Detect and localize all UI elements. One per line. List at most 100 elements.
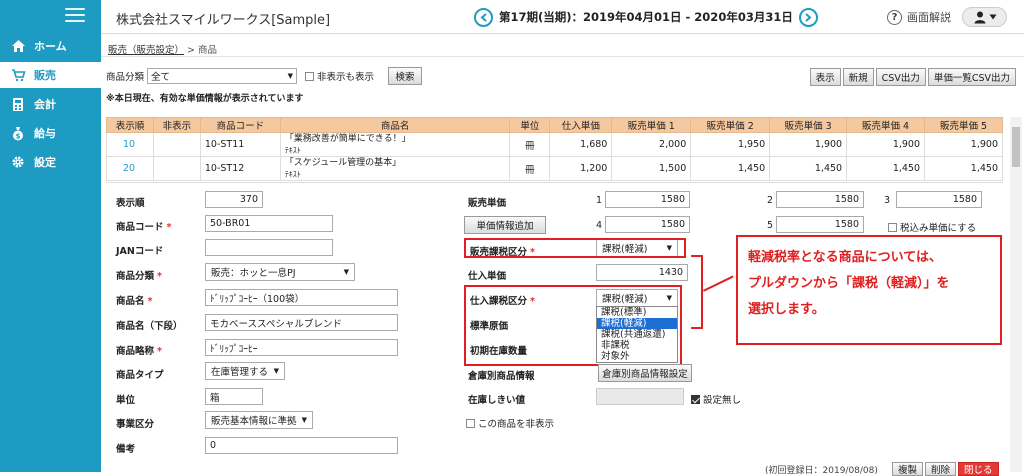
jan-code-input[interactable] (205, 239, 333, 256)
checkbox-box[interactable] (305, 71, 315, 81)
sidebar: ホーム 販売 会計 $ 給与 設定 (0, 0, 101, 472)
sales-price-4-input[interactable]: 1580 (605, 216, 690, 233)
annotation-callout: 軽減税率となる商品については、 プルダウンから「課税（軽減）」を 選択します。 (736, 235, 1002, 345)
row-name-main: 「業務改善が簡単にできる！」 (284, 133, 411, 144)
product-type-label: 商品タイプ (116, 370, 164, 381)
sales-price-2-input[interactable]: 1580 (776, 191, 864, 208)
tax-dropdown-list[interactable]: 課税(標準) 課税(軽減) 課税(共通返還) 非課税 対象外 (596, 306, 678, 363)
dropdown-option[interactable]: 非課税 (597, 340, 677, 351)
row-name: 「スケジュール管理の基本」 ﾃｷｽﾄ (279, 156, 511, 181)
add-price-button[interactable]: 単価情報追加 (464, 216, 546, 234)
price-list-csv-button[interactable]: 単価一覧CSV出力 (927, 68, 1016, 86)
col-unit[interactable]: 単位 (509, 117, 551, 133)
row-order-link[interactable]: 10 (106, 132, 154, 157)
chevron-left-icon (479, 12, 487, 22)
callout-line: 選択します。 (748, 302, 825, 317)
col-code[interactable]: 商品コード (199, 117, 281, 133)
short-name-input[interactable]: ﾄﾞﾘｯﾌﾟｺｰﾋｰ (205, 339, 398, 356)
category-filter-select[interactable]: 全て ▼ (147, 68, 298, 84)
product-name-lower-input[interactable]: モカベーススペシャルブレンド (205, 314, 398, 331)
category-value: 販売：ホッと一息PJ (211, 268, 296, 279)
row-price3: 1,900 (769, 132, 848, 157)
business-label: 事業区分 (116, 419, 155, 430)
table-scrollbar[interactable] (1010, 117, 1022, 472)
breadcrumb-parent-link[interactable]: 販売（販売設定） (108, 45, 184, 56)
sales-price-1-input[interactable]: 1580 (605, 191, 690, 208)
help-label: 画面解説 (907, 11, 951, 24)
category-filter-value: 全て (151, 72, 171, 83)
sidebar-item-home[interactable]: ホーム (0, 33, 101, 59)
col-order[interactable]: 表示順 (106, 117, 154, 133)
dropdown-option-selected[interactable]: 課税(軽減) (597, 318, 677, 329)
col-price2[interactable]: 販売単価 2 (690, 117, 771, 133)
row-cost: 1,200 (549, 156, 613, 181)
display-order-input[interactable]: 370 (205, 191, 263, 208)
question-icon: ? (887, 9, 902, 25)
stock-threshold-input[interactable] (596, 388, 684, 405)
search-button[interactable]: 検索 (388, 67, 423, 85)
required-mark: * (147, 296, 153, 307)
col-price1[interactable]: 販売単価 1 (611, 117, 692, 133)
short-name-label-text: 商品略称 (116, 346, 155, 357)
hide-product-checkbox[interactable]: この商品を非表示 (466, 416, 554, 430)
sidebar-item-sales[interactable]: 販売 (0, 62, 101, 88)
table-row[interactable]: 20 10-ST12 「スケジュール管理の基本」 ﾃｷｽﾄ 冊 1,200 1,5… (106, 156, 1003, 181)
next-period-button[interactable] (798, 7, 818, 27)
row-code: 10-ST11 (199, 132, 281, 157)
category-select[interactable]: 販売：ホッと一息PJ ▼ (205, 263, 355, 281)
tax-included-checkbox[interactable]: 税込み単価にする (888, 220, 976, 234)
col-cost[interactable]: 仕入単価 (549, 117, 613, 133)
col-price4[interactable]: 販売単価 4 (846, 117, 926, 133)
help-link[interactable]: ? 画面解説 (887, 9, 951, 25)
remarks-input[interactable]: 0 (205, 437, 398, 454)
product-code-label: 商品コード * (116, 219, 171, 233)
user-menu-button[interactable] (962, 7, 1007, 27)
table-row[interactable]: 10 10-ST11 「業務改善が簡単にできる！」 ﾃｷｽﾄ 冊 1,680 2,… (106, 132, 1003, 157)
show-hidden-checkbox[interactable]: 非表示も表示 (305, 69, 374, 83)
hamburger-menu-icon[interactable] (65, 8, 85, 22)
tax-included-label: 税込み単価にする (900, 223, 977, 234)
dropdown-option[interactable]: 課税(共通返還) (597, 329, 677, 340)
delete-button[interactable]: 削除 (925, 462, 957, 476)
close-button[interactable]: 閉じる (958, 462, 999, 476)
view-button[interactable]: 表示 (809, 68, 841, 86)
csv-export-button[interactable]: CSV出力 (875, 68, 926, 86)
row-name: 「業務改善が簡単にできる！」 ﾃｷｽﾄ (279, 132, 511, 157)
dropdown-option[interactable]: 課税(標準) (597, 307, 677, 318)
sidebar-item-label: ホーム (34, 40, 67, 53)
dropdown-option[interactable]: 対象外 (597, 351, 677, 362)
col-price3[interactable]: 販売単価 3 (769, 117, 848, 133)
duplicate-button[interactable]: 複製 (892, 462, 924, 476)
price-index-2: 2 (767, 195, 774, 206)
product-code-input[interactable]: 50-BR01 (205, 215, 333, 232)
product-type-select[interactable]: 在庫管理する ▼ (205, 362, 285, 380)
sales-price-label: 販売単価 (468, 198, 507, 209)
business-select[interactable]: 販売基本情報に準拠 ▼ (205, 411, 313, 429)
row-name-main: 「スケジュール管理の基本」 (284, 157, 402, 168)
checkbox-box[interactable] (466, 418, 475, 428)
product-name-input[interactable]: ﾄﾞﾘｯﾌﾟｺｰﾋｰ（100袋） (205, 289, 398, 306)
hide-product-label: この商品を非表示 (478, 419, 555, 430)
stock-threshold-label: 在庫しきい値 (468, 395, 526, 406)
col-hidden[interactable]: 非表示 (152, 117, 201, 133)
col-name[interactable]: 商品名 (279, 117, 511, 133)
purchase-price-input[interactable]: 1430 (596, 264, 688, 281)
checkbox-box-checked[interactable] (691, 394, 700, 404)
scrollbar-thumb[interactable] (1012, 127, 1020, 167)
sidebar-item-label: 会計 (34, 98, 56, 111)
warehouse-settings-button[interactable]: 倉庫別商品情報設定 (598, 364, 692, 382)
sidebar-item-settings[interactable]: 設定 (0, 149, 101, 175)
product-name-label: 商品名 * (116, 293, 152, 307)
checkbox-box[interactable] (888, 222, 897, 232)
unit-input[interactable]: 箱 (205, 388, 263, 405)
sidebar-item-accounting[interactable]: 会計 (0, 91, 101, 117)
no-setting-checkbox[interactable]: 設定無し (691, 392, 741, 406)
row-order-link[interactable]: 20 (106, 156, 154, 181)
price-index-4: 4 (596, 220, 603, 231)
col-price5[interactable]: 販売単価 5 (924, 117, 1003, 133)
new-button[interactable]: 新規 (842, 68, 874, 86)
sales-price-5-input[interactable]: 1580 (776, 216, 864, 233)
sidebar-item-payroll[interactable]: $ 給与 (0, 120, 101, 146)
prev-period-button[interactable] (474, 7, 493, 27)
sales-price-3-input[interactable]: 1580 (896, 191, 982, 208)
